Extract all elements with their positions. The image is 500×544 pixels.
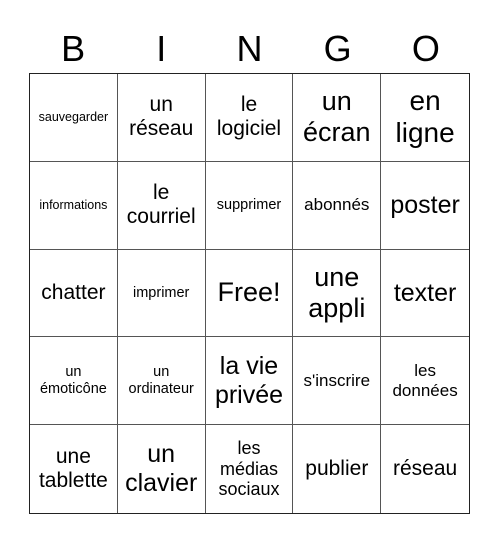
- free-space[interactable]: Free!: [205, 249, 294, 338]
- bingo-cell[interactable]: un réseau: [117, 74, 206, 162]
- bingo-cell[interactable]: texter: [381, 250, 469, 338]
- bingo-cell[interactable]: abonnés: [293, 161, 382, 250]
- bingo-cell[interactable]: s'inscrire: [293, 337, 382, 426]
- bingo-cell[interactable]: les données: [381, 337, 469, 426]
- bingo-grid: sauvegarder un réseau le logiciel un écr…: [29, 73, 470, 514]
- bingo-cell[interactable]: publier: [293, 425, 382, 513]
- bingo-cell[interactable]: en ligne: [381, 74, 469, 162]
- bingo-cell[interactable]: poster: [381, 162, 469, 250]
- header-letter-n: N: [236, 28, 263, 69]
- bingo-cell[interactable]: une tablette: [30, 425, 118, 513]
- bingo-cell[interactable]: un ordinateur: [117, 337, 206, 426]
- header-letter-b: B: [61, 28, 86, 69]
- bingo-cell[interactable]: chatter: [30, 249, 118, 338]
- bingo-header: B I N G O: [29, 26, 470, 72]
- bingo-cell[interactable]: un émoticône: [30, 337, 118, 426]
- bingo-cell[interactable]: les médias sociaux: [206, 425, 294, 513]
- bingo-cell[interactable]: supprimer: [205, 161, 294, 250]
- bingo-cell[interactable]: une appli: [293, 249, 382, 338]
- bingo-cell[interactable]: le courriel: [117, 161, 206, 250]
- header-letter-o: O: [411, 28, 440, 69]
- bingo-cell[interactable]: la vie privée: [205, 337, 294, 426]
- bingo-cell[interactable]: réseau: [381, 425, 469, 513]
- bingo-cell[interactable]: un écran: [293, 74, 382, 162]
- bingo-cell[interactable]: le logiciel: [205, 74, 294, 162]
- header-letter-i: I: [156, 28, 167, 69]
- bingo-cell[interactable]: imprimer: [117, 249, 206, 338]
- bingo-cell[interactable]: sauvegarder: [30, 74, 118, 162]
- bingo-cell[interactable]: informations: [30, 161, 118, 250]
- bingo-cell[interactable]: un clavier: [118, 425, 206, 513]
- header-letter-g: G: [323, 28, 352, 69]
